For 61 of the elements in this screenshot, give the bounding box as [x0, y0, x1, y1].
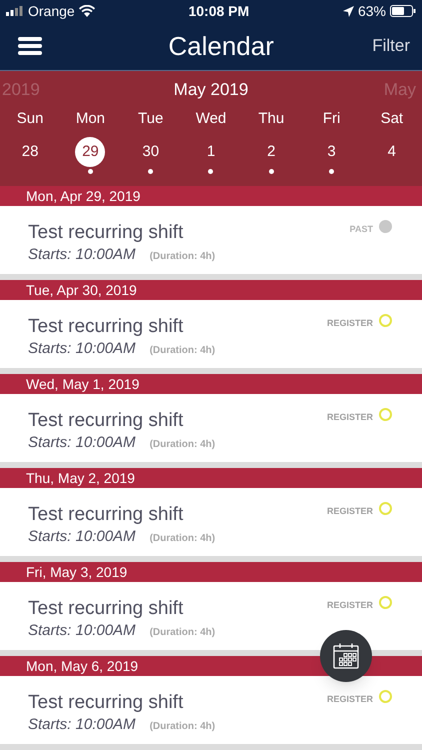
date-header: Tue, Apr 30, 2019 — [0, 280, 422, 300]
status-label: REGISTER — [326, 505, 373, 518]
weekday-label: Thu — [257, 108, 286, 129]
calendar-icon — [333, 643, 359, 669]
start-time: Starts: 10:00AM — [28, 527, 136, 547]
date-button[interactable]: 1 — [196, 137, 226, 167]
date-button[interactable]: 2 — [256, 137, 286, 167]
status-label: PAST — [350, 223, 373, 236]
shift-title: Test recurring shift — [28, 222, 184, 244]
duration-text: (Duration: 4h) — [150, 532, 216, 546]
shift-card[interactable]: Test recurring shift Starts: 10:00AM (Duration: 4h) REGISTER — [0, 676, 422, 744]
shift-title: Test recurring shift — [28, 598, 184, 620]
weekday-label: Tue — [137, 108, 164, 129]
weekday-label: Fri — [322, 108, 342, 129]
shift-title: Test recurring shift — [28, 692, 184, 714]
filter-button[interactable]: Filter — [372, 33, 410, 59]
carrier-name: Orange — [28, 2, 75, 21]
date-button[interactable]: 3 — [316, 137, 347, 167]
signal-icon — [6, 6, 24, 16]
battery-icon — [390, 5, 416, 17]
shift-title: Test recurring shift — [28, 410, 184, 432]
weekday-label: Sat — [380, 108, 404, 129]
date-header: Fri, May 3, 2019 — [0, 562, 422, 582]
start-time: Starts: 10:00AM — [28, 621, 136, 641]
weekday-label: Sun — [16, 108, 44, 129]
page-title: Calendar — [167, 30, 274, 62]
start-time: Starts: 10:00AM — [28, 339, 136, 359]
shift-card[interactable]: Test recurring shift Starts: 10:00AM (Duration: 4h) REGISTER — [0, 300, 422, 368]
shift-title: Test recurring shift — [28, 316, 184, 338]
status-label: REGISTER — [326, 411, 373, 424]
shift-card[interactable]: Test recurring shift Starts: 10:00AM (Duration: 4h) PAST — [0, 206, 422, 274]
start-time: Starts: 10:00AM — [28, 245, 136, 265]
shift-card[interactable]: Test recurring shift Starts: 10:00AM (Duration: 4h) REGISTER — [0, 394, 422, 462]
duration-text: (Duration: 4h) — [150, 438, 216, 452]
month-label: May 2019 — [174, 79, 248, 102]
start-time: Starts: 10:00AM — [28, 433, 136, 453]
date-header: Thu, May 2, 2019 — [0, 468, 422, 488]
shift-card[interactable]: Test recurring shift Starts: 10:00AM (Duration: 4h) REGISTER — [0, 488, 422, 556]
weekday-label: Mon — [74, 108, 106, 129]
battery-percent: 63% — [358, 2, 386, 20]
weekday-label: Wed — [194, 108, 228, 129]
duration-text: (Duration: 4h) — [150, 250, 216, 264]
duration-text: (Duration: 4h) — [150, 344, 216, 358]
wifi-icon — [78, 5, 95, 17]
date-button[interactable]: 30 — [136, 137, 166, 167]
menu-icon[interactable] — [18, 36, 42, 56]
duration-text: (Duration: 4h) — [150, 720, 216, 734]
shift-card[interactable]: Test recurring shift Starts: 10:00AM (Duration: 4h) REGISTER — [0, 582, 422, 650]
date-button[interactable]: 4 — [376, 137, 407, 167]
date-button[interactable]: 29 — [75, 137, 106, 167]
date-header: Wed, May 1, 2019 — [0, 374, 422, 394]
status-label: REGISTER — [326, 317, 373, 330]
shift-title: Test recurring shift — [28, 504, 184, 526]
status-label: REGISTER — [326, 693, 373, 706]
clock-time: 10:08 PM — [188, 2, 250, 20]
date-button[interactable]: 28 — [15, 137, 46, 167]
duration-text: (Duration: 4h) — [150, 626, 216, 640]
date-header: Mon, Apr 29, 2019 — [0, 186, 422, 206]
location-arrow-icon — [342, 6, 354, 16]
start-time: Starts: 10:00AM — [28, 715, 136, 735]
status-label: REGISTER — [326, 599, 373, 612]
